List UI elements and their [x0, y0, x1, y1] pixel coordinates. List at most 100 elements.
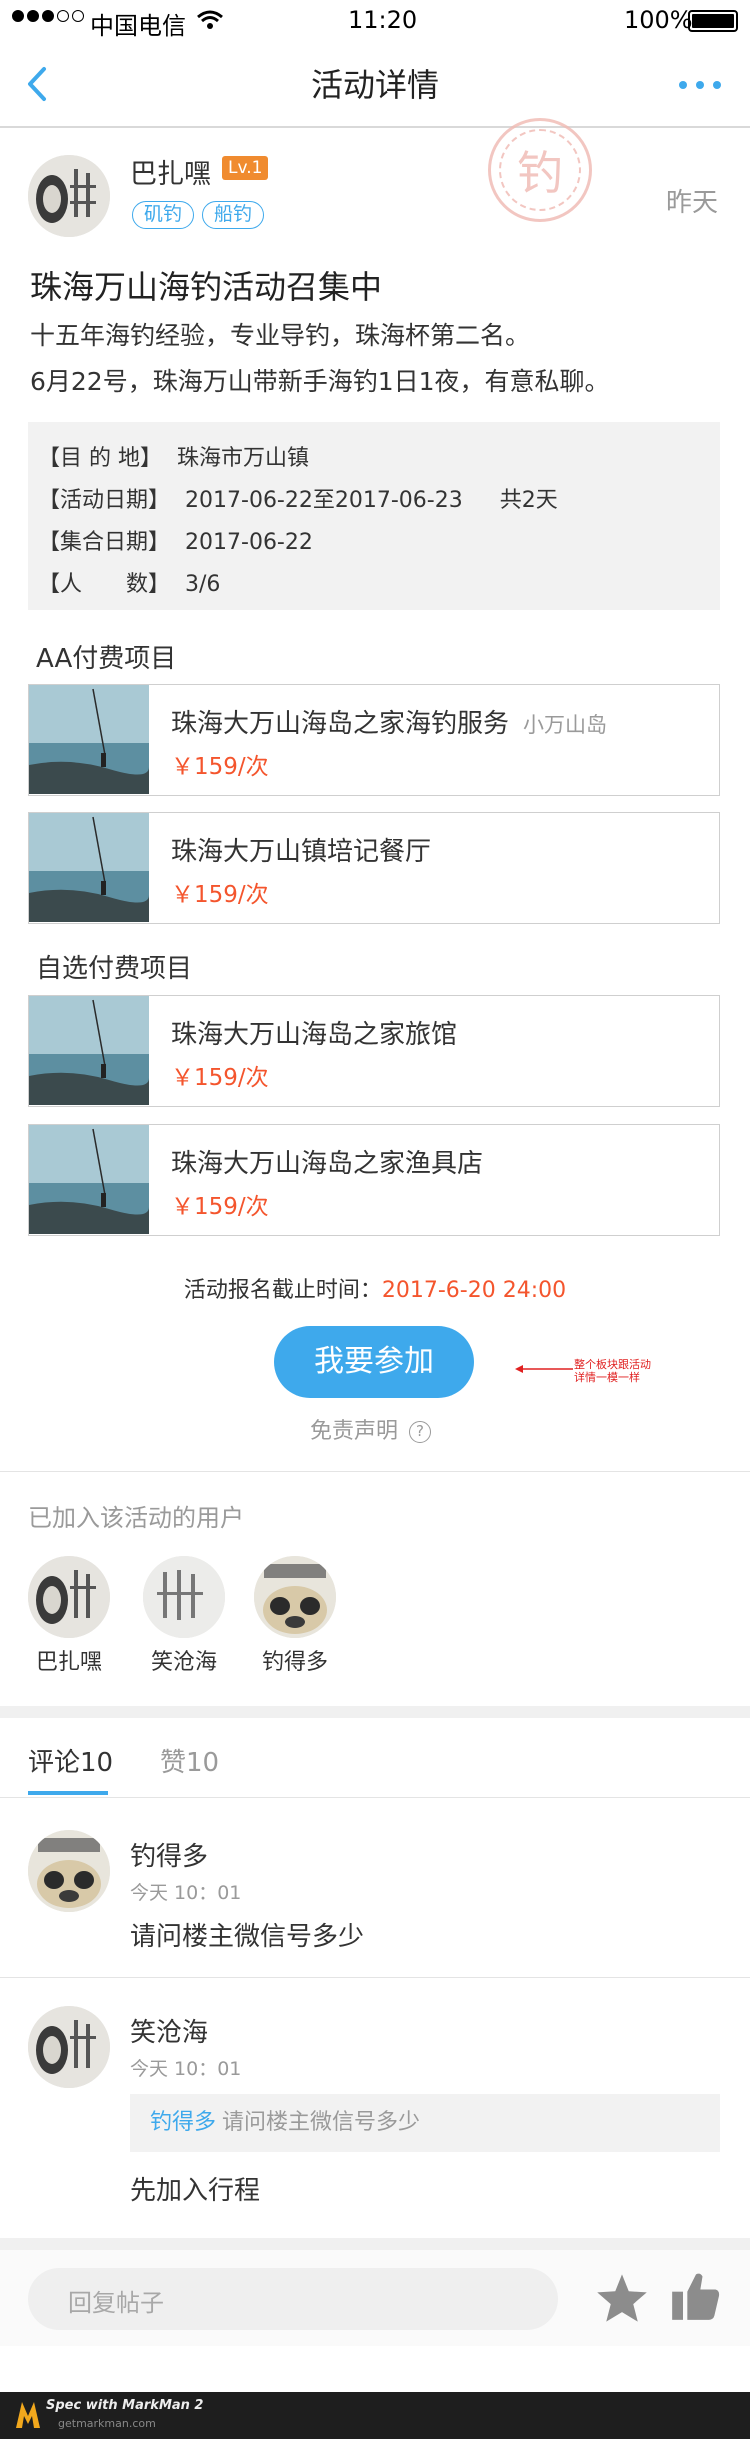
member-avatar[interactable] — [143, 1556, 225, 1638]
tab-active-indicator — [28, 1791, 108, 1795]
signal-icon — [12, 10, 84, 22]
more-dots-icon[interactable] — [678, 80, 722, 90]
annotation-arrow-icon — [515, 1365, 573, 1373]
deadline-value: 2017-6-20 24:00 — [381, 1278, 567, 1303]
quoted-comment: 钓得多 请问楼主微信号多少 — [130, 2094, 720, 2152]
tab-likes[interactable]: 赞10 — [160, 1742, 219, 1779]
section-gap — [0, 2238, 750, 2250]
stamp-seal: 钓 — [488, 118, 592, 222]
member-name: 笑沧海 — [150, 1650, 217, 1675]
disclaimer-label: 免责声明 — [310, 1419, 399, 1444]
info-people: 【人 数】 3/6 — [38, 566, 220, 598]
item-name: 珠海大万山海岛之家海钓服务 — [171, 709, 510, 739]
battery-percent: 100% — [624, 6, 693, 34]
member-name: 巴扎嘿 — [35, 1650, 102, 1675]
item-thumbnail — [29, 813, 149, 922]
tag-boat-fishing[interactable]: 船钓 — [202, 201, 264, 229]
deadline-label: 活动报名截止时间： — [183, 1278, 382, 1303]
comment-text: 请问楼主微信号多少 — [130, 1922, 365, 1952]
aa-section-title: AA付费项目 — [36, 644, 177, 674]
item-name: 珠海大万山镇培记餐厅 — [171, 837, 432, 867]
level-badge: Lv.1 — [222, 156, 269, 180]
reply-input[interactable]: 回复帖子 — [28, 2268, 558, 2330]
annotation-line1: 整个板块跟活动 — [574, 1358, 651, 1371]
item-price: ￥159/次 — [171, 1194, 269, 1220]
footer-brand: Spec with MarkMan 2 — [46, 2398, 204, 2413]
activity-info-box: 【目 的 地】 珠海市万山镇 【活动日期】 2017-06-22至2017-06… — [28, 422, 720, 610]
post-time: 昨天 — [666, 188, 719, 218]
wifi-icon — [197, 10, 223, 29]
nav-bar: 活动详情 — [0, 40, 750, 128]
member-avatar[interactable] — [254, 1556, 336, 1638]
aa-item-2[interactable]: 珠海大万山镇培记餐厅 ￥159/次 — [28, 812, 720, 924]
item-price: ￥159/次 — [171, 754, 269, 780]
deadline-row: 活动报名截止时间：2017-6-20 24:00 — [0, 1272, 750, 1304]
annotation-line2: 详情一模一样 — [574, 1371, 640, 1384]
tag-rock-fishing[interactable]: 矶钓 — [132, 201, 194, 229]
info-destination: 【目 的 地】 珠海市万山镇 — [38, 440, 309, 472]
post-body-line1: 十五年海钓经验，专业导钓，珠海杯第二名。 — [30, 321, 531, 350]
info-destination-value: 珠海市万山镇 — [177, 446, 310, 471]
disclaimer-link[interactable]: 免责声明 ? — [310, 1413, 432, 1445]
quoted-username[interactable]: 钓得多 — [150, 2110, 216, 2135]
item-name: 珠海大万山海岛之家渔具店 — [171, 1149, 484, 1179]
info-date: 【活动日期】 2017-06-22至2017-06-23 共2天 — [38, 482, 558, 514]
comment-time: 今天 10：01 — [130, 2058, 242, 2080]
page-title: 活动详情 — [310, 66, 439, 104]
comment-text: 先加入行程 — [130, 2176, 261, 2206]
item-name: 珠海大万山海岛之家旅馆 — [171, 1020, 458, 1050]
comment-avatar[interactable] — [28, 1830, 110, 1912]
comment-username[interactable]: 笑沧海 — [130, 2012, 208, 2049]
post-body-line2: 6月22号，珠海万山带新手海钓1日1夜，有意私聊。 — [30, 367, 610, 396]
spacer — [0, 2346, 750, 2392]
post-title: 珠海万山海钓活动召集中 — [30, 268, 383, 306]
item-price: ￥159/次 — [171, 882, 269, 908]
join-button[interactable]: 我要参加 — [274, 1326, 474, 1398]
info-people-value: 3/6 — [185, 572, 221, 597]
comment-time: 今天 10：01 — [130, 1882, 242, 1904]
item-thumbnail — [29, 685, 149, 794]
author-name[interactable]: 巴扎嘿 — [130, 152, 211, 191]
author-avatar[interactable] — [28, 155, 110, 237]
item-location: 小万山岛 — [523, 713, 608, 737]
info-people-label: 【人 数】 — [38, 572, 171, 597]
comment-username[interactable]: 钓得多 — [130, 1836, 208, 1873]
item-thumbnail — [29, 1125, 149, 1234]
divider — [0, 1471, 750, 1472]
member-avatar[interactable] — [28, 1556, 110, 1638]
markman-footer: Spec with MarkMan 2 getmarkman.com — [0, 2392, 750, 2439]
tab-comments[interactable]: 评论10 — [28, 1742, 113, 1779]
quoted-text: 请问楼主微信号多少 — [222, 2110, 421, 2135]
item-price: ￥159/次 — [171, 1065, 269, 1091]
optional-item-1[interactable]: 珠海大万山海岛之家旅馆 ￥159/次 — [28, 995, 720, 1107]
annotation-note: 整个板块跟活动 详情一模一样 — [574, 1358, 651, 1384]
star-icon[interactable] — [595, 2272, 649, 2324]
info-gather-value: 2017-06-22 — [185, 530, 313, 555]
member-name: 钓得多 — [261, 1650, 328, 1675]
members-title: 已加入该活动的用户 — [28, 1504, 244, 1532]
divider — [0, 1977, 750, 1978]
info-date-value: 2017-06-22至2017-06-23 — [185, 488, 463, 513]
info-destination-label: 【目 的 地】 — [38, 446, 162, 471]
divider — [0, 1797, 750, 1798]
battery-icon — [688, 10, 738, 32]
info-date-total: 共2天 — [499, 488, 558, 513]
item-thumbnail — [29, 996, 149, 1105]
help-icon: ? — [409, 1421, 432, 1443]
info-date-label: 【活动日期】 — [38, 488, 171, 513]
footer-url: getmarkman.com — [58, 2417, 156, 2430]
avatar-calligraphy-image — [28, 155, 110, 237]
reply-placeholder: 回复帖子 — [68, 2289, 164, 2317]
optional-section-title: 自选付费项目 — [36, 954, 193, 984]
section-gap — [0, 1706, 750, 1718]
comment-avatar[interactable] — [28, 2006, 110, 2088]
clock: 11:20 — [348, 6, 418, 34]
carrier-label: 中国电信 — [90, 12, 186, 40]
info-gather-label: 【集合日期】 — [38, 530, 171, 555]
status-bar: 中国电信 11:20 100% — [0, 0, 750, 40]
aa-item-1[interactable]: 珠海大万山海岛之家海钓服务 小万山岛 ￥159/次 — [28, 684, 720, 796]
thumbs-up-icon[interactable] — [670, 2270, 722, 2322]
stamp-char: 钓 — [517, 146, 563, 200]
optional-item-2[interactable]: 珠海大万山海岛之家渔具店 ￥159/次 — [28, 1124, 720, 1236]
info-gather: 【集合日期】 2017-06-22 — [38, 524, 313, 556]
